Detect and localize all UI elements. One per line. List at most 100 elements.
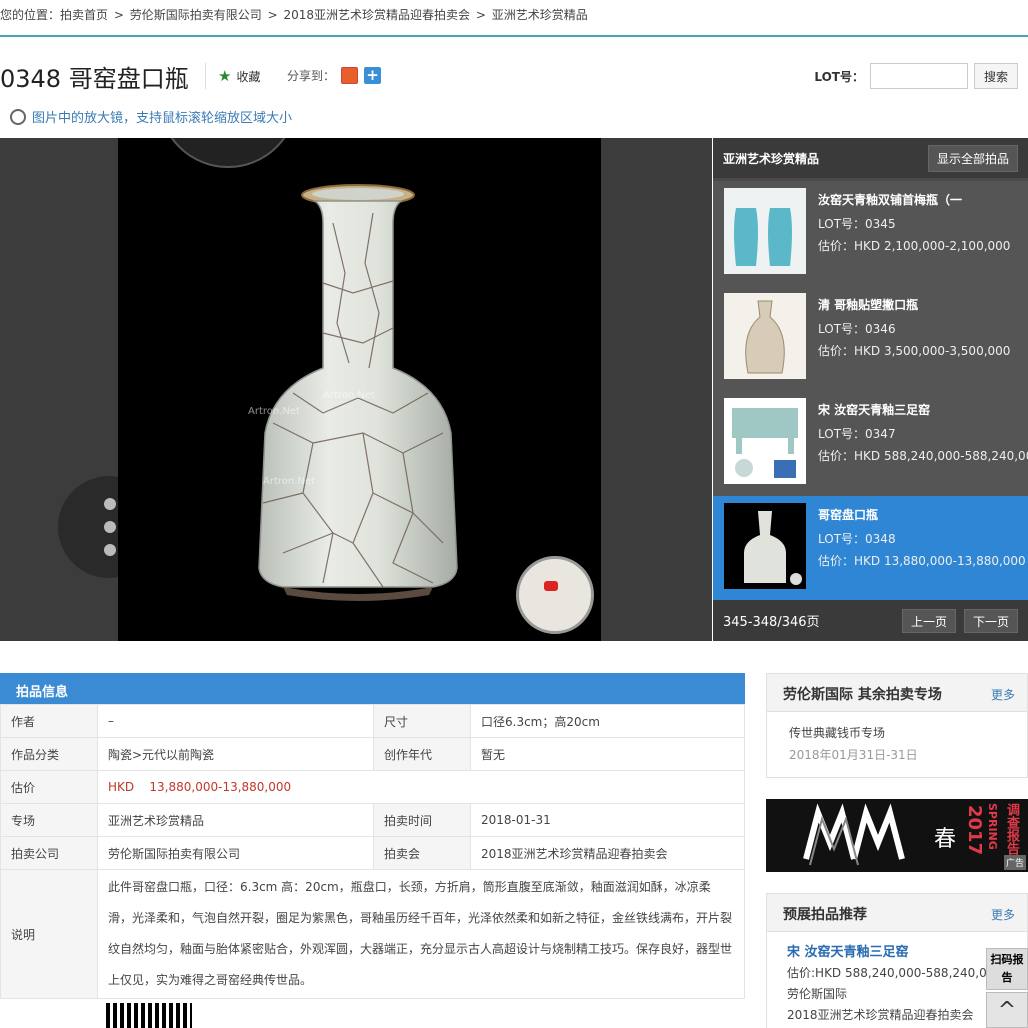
weibo-share-icon[interactable] bbox=[341, 67, 359, 84]
lot-info-heading: 拍品信息 bbox=[0, 673, 745, 704]
lot-estimate: 估价：HKD 588,240,000-588,240,00 bbox=[818, 449, 1028, 463]
float-qr-button[interactable]: 扫码报告 bbox=[986, 948, 1028, 990]
gallery-header: 亚洲艺术珍赏精品 显示全部拍品 bbox=[713, 138, 1028, 178]
vase-pair-image bbox=[724, 188, 806, 274]
breadcrumb-link-home[interactable]: 拍卖首页 bbox=[60, 8, 108, 22]
field-value: 陶瓷>元代以前陶瓷 bbox=[97, 737, 374, 771]
lot-thumbnail bbox=[724, 398, 806, 484]
zoom-hint: 图片中的放大镜，支持鼠标滚轮缩放区域大小 bbox=[10, 107, 292, 126]
tripod-image bbox=[724, 398, 806, 484]
gallery-item[interactable]: 汝窑天青釉双铺首梅瓶（一 LOT号：0345 估价：HKD 2,100,000-… bbox=[713, 181, 1028, 286]
ad-spring: SPRING bbox=[986, 803, 999, 850]
favorite-button[interactable]: ★ 收藏 bbox=[218, 67, 260, 85]
breadcrumb-link-auction[interactable]: 2018亚洲艺术珍赏精品迎春拍卖会 bbox=[283, 8, 470, 22]
lot-number: LOT号：0347 bbox=[818, 427, 896, 441]
more-share-icon[interactable]: + bbox=[364, 67, 382, 84]
title-row: 0348 哥窑盘口瓶 ★ 收藏 分享到： + LOT号： 搜索 bbox=[0, 55, 1028, 95]
field-label: 拍卖时间 bbox=[373, 803, 471, 837]
watermark: Artron.Net bbox=[263, 476, 315, 487]
lot-name: 哥窑盘口瓶 bbox=[818, 508, 879, 522]
menu-dot-icon bbox=[104, 544, 116, 556]
field-label: 拍卖公司 bbox=[0, 836, 98, 870]
field-label: 估价 bbox=[0, 770, 98, 804]
field-value: 劳伦斯国际拍卖有限公司 bbox=[97, 836, 374, 870]
zoom-hint-text: 图片中的放大镜，支持鼠标滚轮缩放区域大小 bbox=[32, 111, 293, 126]
gallery-item-active[interactable]: 哥窑盘口瓶 LOT号：0348 估价：HKD 13,880,000-13,880… bbox=[713, 496, 1028, 601]
breadcrumb-link-company[interactable]: 劳伦斯国际拍卖有限公司 bbox=[130, 8, 262, 22]
lot-number: LOT号：0345 bbox=[818, 217, 896, 231]
watermark: Artron.Net bbox=[323, 390, 375, 401]
breadcrumb-prefix: 您的位置： bbox=[0, 8, 61, 22]
other-session-name: 传世典藏钱币专场 bbox=[789, 726, 886, 740]
menu-dot-icon bbox=[104, 521, 116, 533]
recommendations-title: 预展拍品推荐 bbox=[783, 907, 867, 923]
lot-estimate: 估价：HKD 13,880,000-13,880,000 bbox=[818, 554, 1026, 568]
qr-code bbox=[106, 1003, 192, 1028]
favorite-label: 收藏 bbox=[236, 69, 261, 84]
lot-estimate: 估价：HKD 3,500,000-3,500,000 bbox=[818, 344, 1011, 358]
lot-search-label: LOT号： bbox=[814, 69, 864, 84]
share-bar: 分享到： + bbox=[287, 67, 382, 84]
other-session-date: 2018年01月31日-31日 bbox=[789, 748, 918, 762]
lot-number-input[interactable] bbox=[870, 63, 968, 89]
lot-estimate: 估价：HKD 2,100,000-2,100,000 bbox=[818, 239, 1011, 253]
watermark: Artron.Net bbox=[248, 406, 300, 417]
field-value: 2018-01-31 bbox=[470, 803, 745, 837]
field-value: 口径6.3cm；高20cm bbox=[470, 704, 745, 738]
field-value: 亚洲艺术珍赏精品 bbox=[97, 803, 374, 837]
advertisement-banner[interactable]: 春 2017 SPRING 调查报告 广告 bbox=[766, 799, 1028, 872]
lot-name: 汝窑天青釉双铺首梅瓶（一 bbox=[818, 193, 963, 207]
back-to-top-icon[interactable]: ^ bbox=[986, 992, 1028, 1028]
image-stage[interactable]: Artron.Net Artron.Net Artron.Net bbox=[118, 138, 601, 641]
lot-thumbnail bbox=[724, 188, 806, 274]
lot-info: 拍品信息 作者 – 尺寸 口径6.3cm；高20cm 作品分类 陶瓷>元代以前陶… bbox=[0, 673, 745, 999]
breadcrumb-separator: > bbox=[475, 8, 486, 22]
more-link[interactable]: 更多 bbox=[991, 906, 1015, 923]
page-indicator: 345-348/346页 bbox=[723, 615, 820, 630]
field-value: 暂无 bbox=[470, 737, 745, 771]
breadcrumb-link-session[interactable]: 亚洲艺术珍赏精品 bbox=[492, 8, 588, 22]
show-all-button[interactable]: 显示全部拍品 bbox=[927, 144, 1018, 172]
next-page-button[interactable]: 下一页 bbox=[964, 609, 1019, 633]
field-label: 创作年代 bbox=[373, 737, 471, 771]
prev-page-button[interactable]: 上一页 bbox=[902, 609, 957, 633]
gallery-pagination: 345-348/346页 上一页 下一页 bbox=[713, 600, 1028, 641]
image-viewer[interactable]: Artron.Net Artron.Net Artron.Net bbox=[0, 138, 712, 641]
field-label: 说明 bbox=[0, 869, 98, 999]
lot-thumbnail bbox=[724, 293, 806, 379]
breadcrumb-separator: > bbox=[267, 8, 278, 22]
lot-search: LOT号： 搜索 bbox=[814, 63, 1018, 89]
vase-image bbox=[724, 503, 806, 589]
ad-tag: 广告 bbox=[1003, 855, 1026, 870]
vase-base-thumbnail[interactable] bbox=[516, 556, 594, 634]
field-value: 2018亚洲艺术珍赏精品迎春拍卖会 bbox=[470, 836, 745, 870]
magnifier-lens[interactable] bbox=[158, 138, 298, 168]
other-sessions-heading: 劳伦斯国际 其余拍卖专场 更多 bbox=[767, 674, 1027, 712]
more-link[interactable]: 更多 bbox=[991, 686, 1015, 703]
lot-number: LOT号：0346 bbox=[818, 322, 896, 336]
seal-mark bbox=[544, 581, 558, 591]
breadcrumb: 您的位置：拍卖首页 > 劳伦斯国际拍卖有限公司 > 2018亚洲艺术珍赏精品迎春… bbox=[0, 0, 1028, 37]
field-label: 专场 bbox=[0, 803, 98, 837]
description-text: 此件哥窑盘口瓶，口径：6.3cm 高：20cm，瓶盘口，长颈，方折肩，筒形直腹至… bbox=[97, 869, 745, 999]
search-button[interactable]: 搜索 bbox=[974, 63, 1018, 89]
estimate-currency: HKD bbox=[108, 780, 135, 794]
divider bbox=[205, 63, 206, 89]
gallery-title: 亚洲艺术珍赏精品 bbox=[723, 151, 820, 166]
field-label: 作品分类 bbox=[0, 737, 98, 771]
lot-info-table: 作者 – 尺寸 口径6.3cm；高20cm 作品分类 陶瓷>元代以前陶瓷 创作年… bbox=[0, 704, 745, 999]
field-label: 作者 bbox=[0, 704, 98, 738]
estimate-value: HKD 13,880,000-13,880,000 bbox=[97, 770, 745, 804]
field-value: – bbox=[97, 704, 374, 738]
field-label: 拍卖会 bbox=[373, 836, 471, 870]
lot-number: LOT号：0348 bbox=[818, 532, 896, 546]
star-icon: ★ bbox=[218, 67, 232, 85]
breadcrumb-separator: > bbox=[113, 8, 124, 22]
other-session-item[interactable]: 传世典藏钱币专场 2018年01月31日-31日 bbox=[767, 712, 1027, 763]
gallery-item[interactable]: 清 哥釉贴塑撇口瓶 LOT号：0346 估价：HKD 3,500,000-3,5… bbox=[713, 286, 1028, 391]
gallery-item[interactable]: 宋 汝窑天青釉三足窑 LOT号：0347 估价：HKD 588,240,000-… bbox=[713, 391, 1028, 496]
lot-thumbnail bbox=[724, 503, 806, 589]
ad-report-chars: 调查报告 bbox=[1004, 803, 1019, 855]
field-label: 尺寸 bbox=[373, 704, 471, 738]
menu-dot-icon bbox=[104, 498, 116, 510]
